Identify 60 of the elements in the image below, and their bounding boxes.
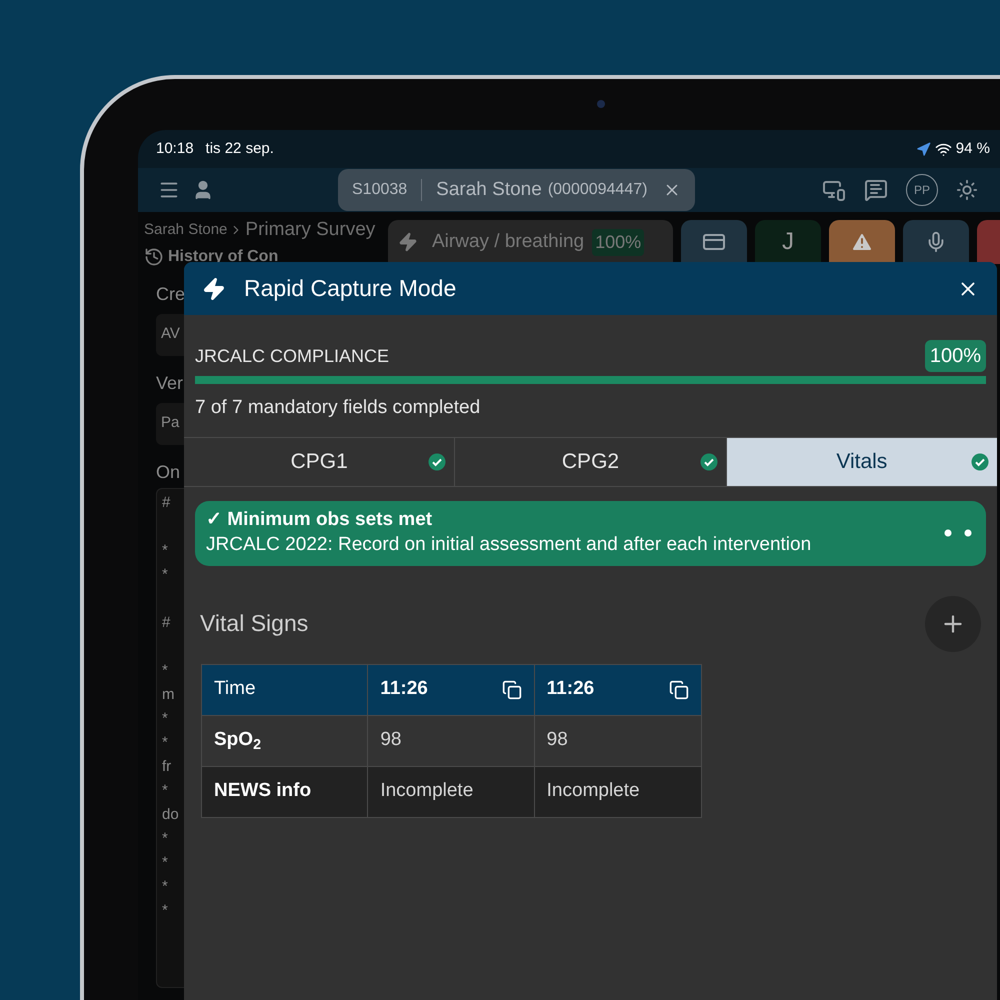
percent-badge: 100%: [592, 228, 644, 256]
lightning-icon: [202, 276, 226, 300]
field-label: Ver: [156, 372, 184, 394]
copy-icon[interactable]: [502, 680, 522, 700]
compliance-label: JRCALC COMPLIANCE: [195, 344, 390, 368]
modal-title: Rapid Capture Mode: [244, 274, 456, 304]
notes-line: #: [162, 494, 170, 510]
table-cell-text: 98: [546, 728, 569, 752]
section-pill[interactable]: Airway / breathing 100%: [388, 220, 673, 264]
brightness-icon[interactable]: [956, 179, 978, 201]
time-value: 11:26: [380, 677, 428, 702]
percent-badge: 100%: [924, 340, 986, 372]
notes-line: fr: [162, 758, 172, 774]
alert-text: JRCALC 2022: Record on initial assessment and after each intervention: [206, 533, 812, 557]
notes-line: *: [162, 830, 168, 846]
field-label: On: [156, 460, 180, 484]
status-date: tis 22 sep.: [206, 138, 274, 159]
notes-line: *: [162, 854, 168, 870]
pager-dots-icon: [944, 529, 972, 537]
battery-percent: 94 %: [956, 138, 990, 159]
breadcrumb-link[interactable]: Sarah Stone: [144, 219, 228, 242]
breadcrumb-current: Primary Survey: [245, 218, 376, 242]
compliance-summary: 7 of 7 mandatory fields completed: [195, 396, 482, 420]
toolbar-tile[interactable]: [903, 220, 969, 264]
location-icon: [916, 142, 931, 156]
toolbar-tile[interactable]: [829, 220, 895, 264]
avatar[interactable]: PP: [906, 174, 938, 206]
notes-line: *: [162, 710, 168, 726]
copy-icon[interactable]: [669, 680, 689, 700]
toolbar-tile[interactable]: [681, 220, 747, 264]
lightning-icon: [398, 232, 418, 252]
patient-number: (0000094447): [548, 180, 648, 200]
notes-line: do: [162, 806, 179, 822]
field-label: Cre: [156, 282, 186, 306]
notes-line: *: [162, 902, 168, 918]
history-icon: [144, 246, 164, 266]
notes-line: *: [162, 782, 168, 798]
patient-name: Sarah Stone: [436, 178, 542, 202]
notes-line: m: [162, 686, 174, 702]
notes-line: #: [162, 614, 170, 630]
notes-line: *: [162, 566, 168, 582]
notes-line: *: [162, 662, 168, 678]
alert-title: ✓ Minimum obs sets met: [206, 508, 434, 532]
notes-line: *: [162, 734, 168, 750]
status-time: 10:18: [156, 138, 194, 159]
notes-line: *: [162, 542, 168, 558]
toolbar-tile[interactable]: J: [755, 220, 821, 264]
message-icon[interactable]: [864, 178, 888, 202]
devices-icon[interactable]: [822, 178, 846, 202]
patient-id: S10038: [352, 180, 408, 200]
section-label: Airway / breathing: [432, 230, 584, 254]
page-heading: History of Con: [168, 246, 278, 266]
section-heading: Vital Signs: [200, 609, 308, 638]
time-value: 11:26: [546, 677, 594, 702]
row-label-cell: NEWS info: [202, 766, 368, 816]
table-cell: Incomplete: [368, 766, 535, 816]
patient-chip[interactable]: S10038 Sarah Stone (0000094447): [338, 169, 696, 211]
notes-line: *: [162, 878, 168, 894]
table-cell-text: Incomplete: [546, 779, 641, 804]
tab[interactable]: Vitals: [726, 438, 997, 486]
